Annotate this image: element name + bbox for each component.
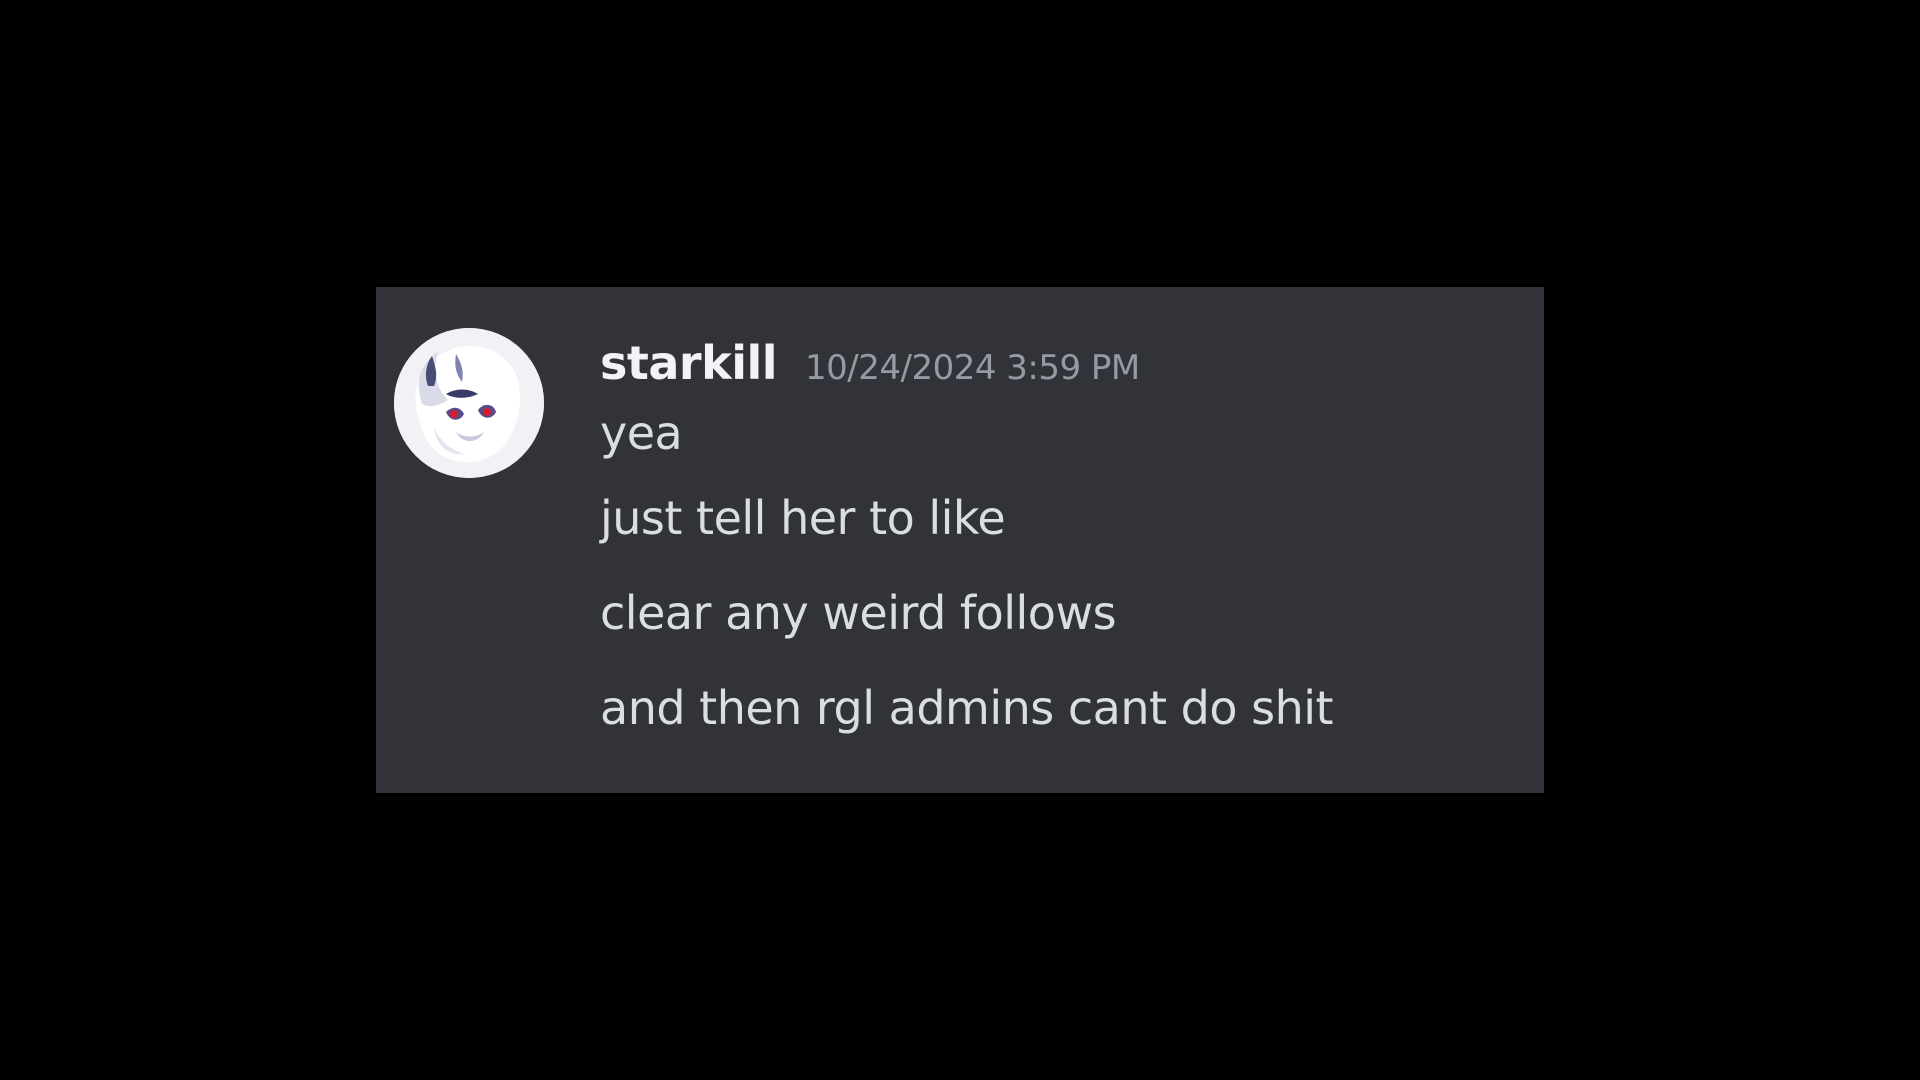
message-line: yea — [600, 406, 683, 460]
message-header: starkill 10/24/2024 3:59 PM — [600, 331, 1520, 395]
message-content: starkill 10/24/2024 3:59 PM yea just tel… — [600, 331, 1520, 756]
white-creature-avatar-icon — [394, 328, 544, 478]
chat-message[interactable]: starkill 10/24/2024 3:59 PM yea just tel… — [376, 287, 1544, 793]
username[interactable]: starkill — [600, 331, 778, 395]
screenshot-canvas: starkill 10/24/2024 3:59 PM yea just tel… — [0, 0, 1920, 1080]
message-line: and then rgl admins cant do shit — [600, 681, 1334, 735]
message-line: just tell her to like — [600, 491, 1006, 545]
timestamp[interactable]: 10/24/2024 3:59 PM — [805, 336, 1140, 400]
message-lines: yea just tell her to like clear any weir… — [600, 395, 1520, 756]
message-line: clear any weird follows — [600, 586, 1117, 640]
user-avatar[interactable] — [394, 328, 544, 478]
